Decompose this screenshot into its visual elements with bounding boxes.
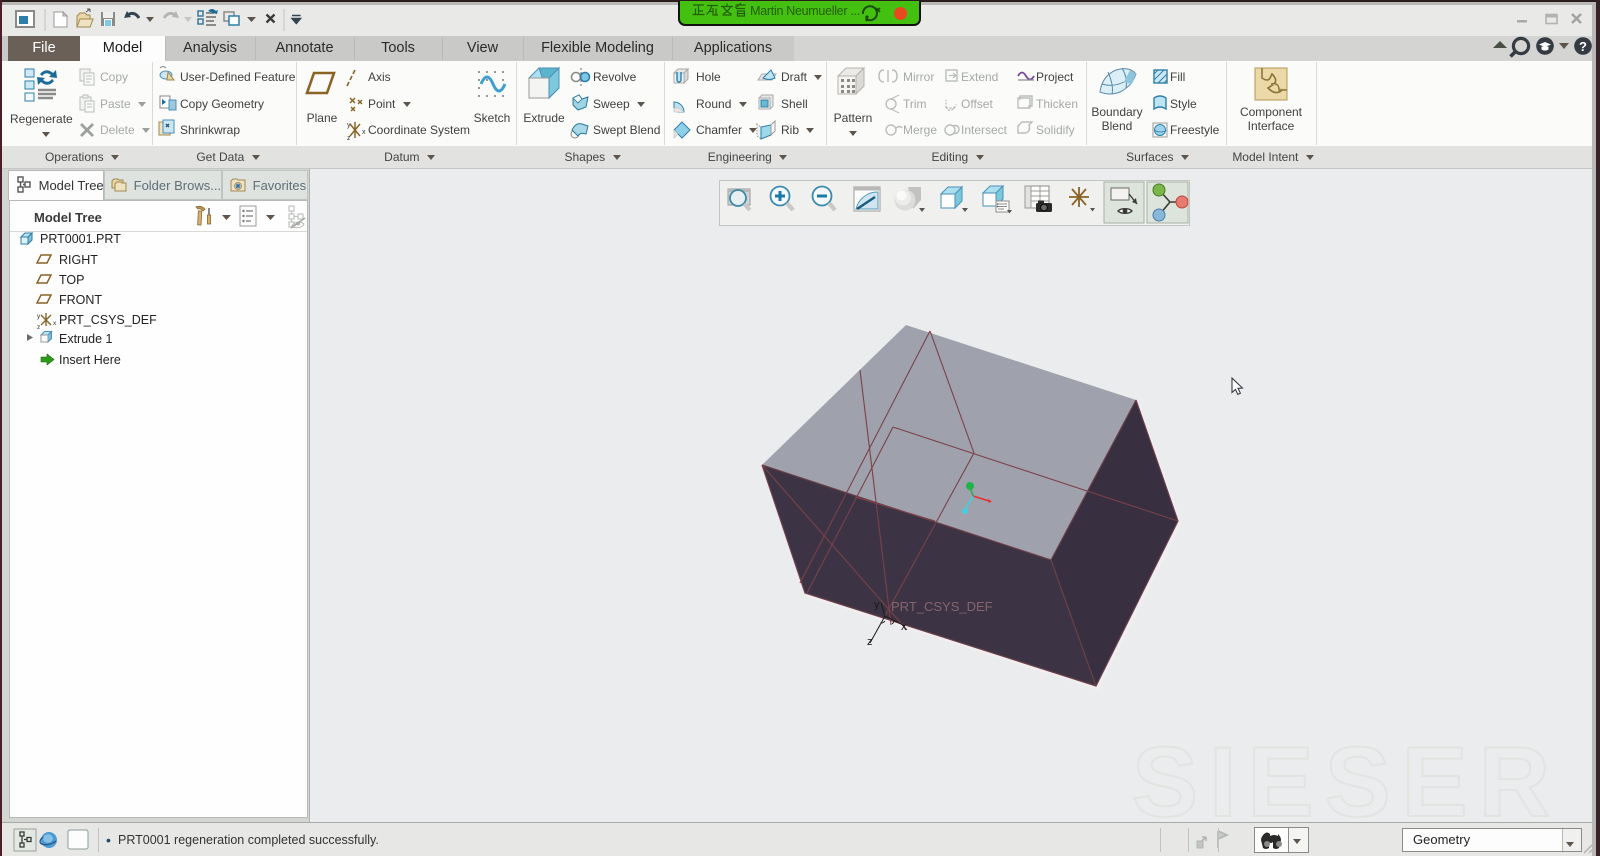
svg-text:TOP: TOP	[59, 273, 84, 287]
svg-text:y: y	[874, 599, 880, 611]
svg-text:x: x	[901, 621, 907, 633]
svg-text:Extrude 1: Extrude 1	[59, 332, 113, 346]
svg-text:FRONT: FRONT	[59, 293, 102, 307]
svg-text:y: y	[347, 122, 351, 129]
svg-text:RIGHT: RIGHT	[59, 253, 98, 267]
svg-text:PRT_CSYS_DEF: PRT_CSYS_DEF	[59, 313, 157, 327]
svg-text:Insert Here: Insert Here	[59, 353, 121, 367]
svg-text:z: z	[37, 324, 40, 331]
svg-text:PRT_CSYS_DEF: PRT_CSYS_DEF	[891, 599, 993, 614]
svg-text:x: x	[362, 129, 366, 136]
svg-text:x: x	[53, 320, 57, 327]
svg-text:PRT0001.PRT: PRT0001.PRT	[40, 232, 121, 246]
svg-text:z: z	[347, 135, 351, 142]
svg-text:z: z	[867, 636, 873, 648]
svg-text:?: ?	[1579, 39, 1587, 54]
svg-text:y: y	[37, 313, 41, 320]
